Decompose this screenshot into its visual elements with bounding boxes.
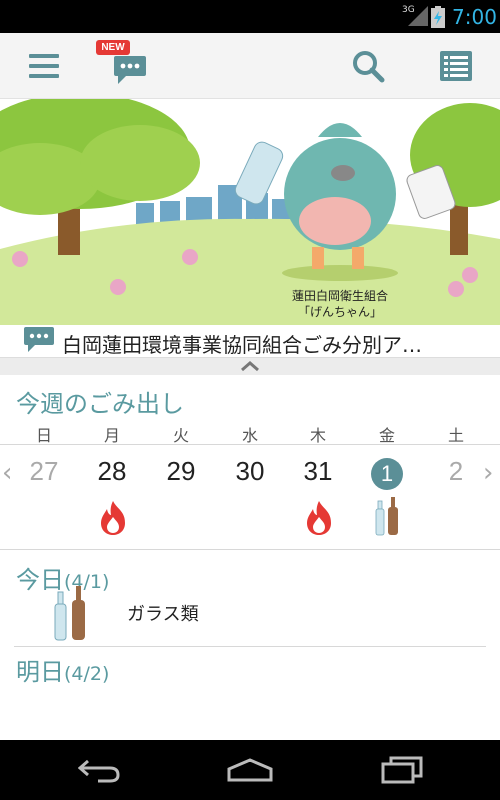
chat-icon xyxy=(114,56,146,84)
news-text[interactable]: 白岡蓮田環境事業協同組合ごみ分別ア… xyxy=(62,329,422,358)
chat-icon xyxy=(24,327,54,352)
back-button[interactable] xyxy=(60,740,140,800)
date-mon[interactable]: 28 xyxy=(82,456,142,487)
home-icon xyxy=(227,758,273,782)
list-icon xyxy=(440,51,472,81)
date-fri-today[interactable]: 1 xyxy=(371,458,403,490)
divider xyxy=(14,646,486,647)
burnable-fire-icon xyxy=(307,501,331,535)
clock: 7:00 xyxy=(452,5,497,29)
glass-bottles-icon xyxy=(54,586,85,641)
tomorrow-label-text: 明日 xyxy=(16,658,64,686)
dow-sat: 土 xyxy=(447,426,464,445)
home-button[interactable] xyxy=(210,740,290,800)
prev-week-arrow[interactable]: ‹ xyxy=(2,458,12,488)
search-button[interactable] xyxy=(338,33,398,99)
collapse-handle[interactable] xyxy=(0,357,500,375)
tomorrow-label: 明日(4/2) xyxy=(16,652,109,687)
recents-button[interactable] xyxy=(362,740,442,800)
search-icon xyxy=(353,51,385,83)
today-item: ガラス類 xyxy=(127,604,199,625)
dow-thu: 木 xyxy=(309,426,326,445)
org-name-text: 蓮田白岡衛生組合 xyxy=(292,288,388,303)
mascot-name-text: 「げんちゃん」 xyxy=(298,305,382,319)
dow-wed: 水 xyxy=(241,426,258,445)
divider xyxy=(0,549,500,550)
new-badge: NEW xyxy=(96,40,130,55)
mascot-banner[interactable]: 蓮田白岡衛生組合 「げんちゃん」 xyxy=(0,99,500,325)
battery-charging-icon xyxy=(431,6,445,28)
menu-icon xyxy=(29,54,59,78)
dow-sun: 日 xyxy=(35,426,52,445)
week-title: 今週のごみ出し xyxy=(16,390,184,418)
dow-fri: 金 xyxy=(378,426,395,445)
date-tue[interactable]: 29 xyxy=(151,456,211,487)
dow-tue: 火 xyxy=(172,426,189,445)
back-icon xyxy=(78,759,120,783)
signal-icon xyxy=(408,6,428,26)
action-bar xyxy=(0,33,500,99)
tomorrow-date: (4/2) xyxy=(64,663,110,685)
date-sat[interactable]: 2 xyxy=(426,456,486,487)
chevron-up-icon xyxy=(241,361,259,372)
recents-icon xyxy=(381,756,423,784)
dow-mon: 月 xyxy=(103,426,120,445)
glass-bottles-icon xyxy=(375,497,398,536)
menu-button[interactable] xyxy=(14,33,74,99)
date-sun[interactable]: 27 xyxy=(14,456,74,487)
status-bar: 3G 7:00 xyxy=(0,0,500,33)
burnable-fire-icon xyxy=(101,501,125,535)
list-button[interactable] xyxy=(426,33,486,99)
date-wed[interactable]: 30 xyxy=(220,456,280,487)
date-thu[interactable]: 31 xyxy=(288,456,348,487)
banner-illustration: 蓮田白岡衛生組合 「げんちゃん」 xyxy=(0,99,500,325)
